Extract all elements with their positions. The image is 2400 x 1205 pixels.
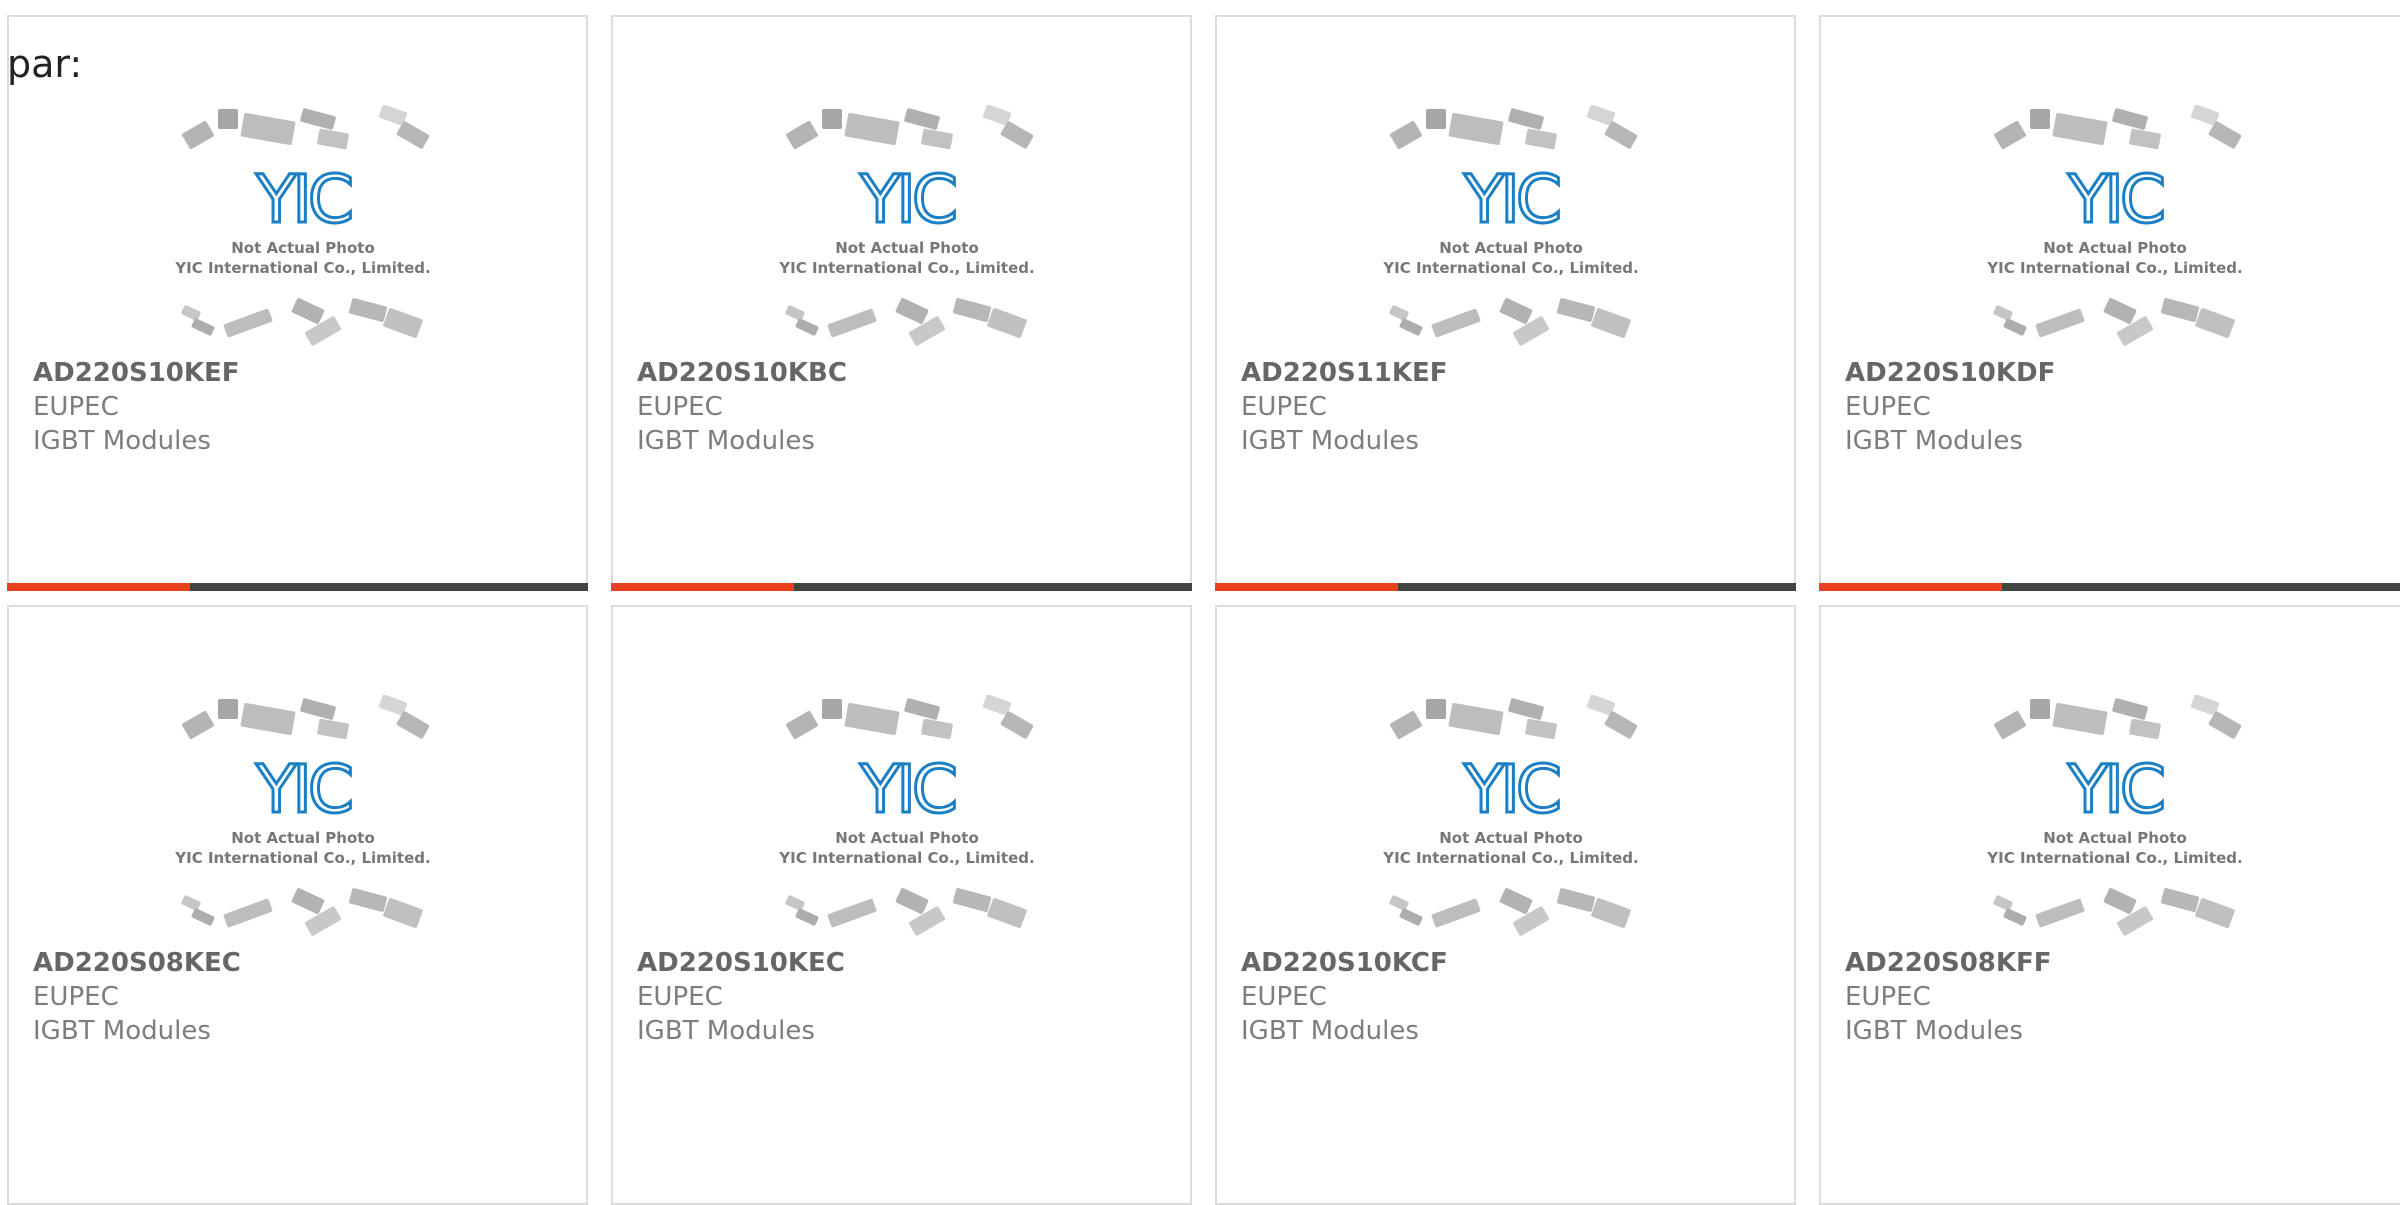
category: IGBT Modules: [1241, 426, 1419, 456]
svg-text:YIC International Co., Limited: YIC International Co., Limited.: [174, 259, 430, 277]
card-accent-bar: [1819, 583, 2002, 591]
svg-text:YIC: YIC: [1463, 161, 1559, 238]
manufacturer: EUPEC: [637, 392, 723, 422]
part-number[interactable]: AD220S10KBC: [637, 356, 847, 390]
product-image-placeholder: YIC Not Actual Photo YIC International Co.…: [1975, 105, 2255, 355]
product-image-placeholder: YIC Not Actual Photo YIC International Co.…: [1371, 695, 1651, 945]
svg-text:Not Actual Photo: Not Actual Photo: [2043, 239, 2187, 257]
part-number[interactable]: AD220S10KDF: [1845, 356, 2055, 390]
part-number[interactable]: AD220S10KEC: [637, 946, 845, 980]
svg-text:YIC: YIC: [2067, 161, 2163, 238]
card-bottom-bar: [611, 583, 1192, 591]
manufacturer: EUPEC: [1845, 392, 1931, 422]
product-image-placeholder: YIC Not Actual Photo YIC International Co.…: [163, 105, 443, 355]
part-number[interactable]: AD220S10KEF: [33, 356, 240, 390]
svg-text:YIC: YIC: [859, 161, 955, 238]
category: IGBT Modules: [1845, 1016, 2023, 1046]
svg-text:Not Actual Photo: Not Actual Photo: [1439, 239, 1583, 257]
svg-text:Not Actual Photo: Not Actual Photo: [1439, 829, 1583, 847]
product-card[interactable]: YIC Not Actual Photo YIC International Co.…: [1215, 605, 1796, 1205]
manufacturer: EUPEC: [1241, 392, 1327, 422]
manufacturer: EUPEC: [33, 982, 119, 1012]
product-image-placeholder: YIC Not Actual Photo YIC International Co.…: [163, 695, 443, 945]
part-number[interactable]: AD220S08KFF: [1845, 946, 2052, 980]
svg-text:Not Actual Photo: Not Actual Photo: [2043, 829, 2187, 847]
svg-text:Not Actual Photo: Not Actual Photo: [231, 829, 375, 847]
product-image-placeholder: YIC Not Actual Photo YIC International Co.…: [1371, 105, 1651, 355]
manufacturer: EUPEC: [33, 392, 119, 422]
category: IGBT Modules: [1845, 426, 2023, 456]
svg-text:Not Actual Photo: Not Actual Photo: [231, 239, 375, 257]
svg-text:YIC: YIC: [859, 751, 955, 828]
svg-text:YIC: YIC: [255, 751, 351, 828]
svg-text:YIC International Co., Limited: YIC International Co., Limited.: [174, 849, 430, 867]
svg-text:Not Actual Photo: Not Actual Photo: [835, 829, 979, 847]
product-card[interactable]: YIC Not Actual Photo YIC International Co.…: [1819, 15, 2400, 591]
manufacturer: EUPEC: [637, 982, 723, 1012]
svg-text:YIC: YIC: [1463, 751, 1559, 828]
card-bottom-bar: [1819, 583, 2400, 591]
svg-text:YIC: YIC: [2067, 751, 2163, 828]
part-number[interactable]: AD220S11KEF: [1241, 356, 1448, 390]
category: IGBT Modules: [637, 426, 815, 456]
product-card[interactable]: YIC Not Actual Photo YIC International Co.…: [611, 15, 1192, 591]
product-image-placeholder: YIC Not Actual Photo YIC International Co.…: [767, 695, 1047, 945]
category: IGBT Modules: [637, 1016, 815, 1046]
svg-text:YIC International Co., Limited: YIC International Co., Limited.: [778, 849, 1034, 867]
product-image-placeholder: YIC Not Actual Photo YIC International Co.…: [767, 105, 1047, 355]
category: IGBT Modules: [33, 426, 211, 456]
product-card[interactable]: YIC Not Actual Photo YIC International Co.…: [1819, 605, 2400, 1205]
product-image-placeholder: YIC Not Actual Photo YIC International Co.…: [1975, 695, 2255, 945]
manufacturer: EUPEC: [1241, 982, 1327, 1012]
svg-text:YIC: YIC: [255, 161, 351, 238]
svg-text:YIC International Co., Limited: YIC International Co., Limited.: [1382, 849, 1638, 867]
part-number[interactable]: AD220S08KEC: [33, 946, 241, 980]
card-accent-bar: [7, 583, 190, 591]
page-label: par:: [7, 42, 83, 86]
card-accent-bar: [611, 583, 794, 591]
part-number[interactable]: AD220S10KCF: [1241, 946, 1448, 980]
svg-text:YIC International Co., Limited: YIC International Co., Limited.: [1986, 849, 2242, 867]
svg-text:Not Actual Photo: Not Actual Photo: [835, 239, 979, 257]
category: IGBT Modules: [1241, 1016, 1419, 1046]
card-accent-bar: [1215, 583, 1398, 591]
product-card[interactable]: YIC Not Actual Photo YIC International Co.…: [7, 605, 588, 1205]
svg-text:YIC International Co., Limited: YIC International Co., Limited.: [1382, 259, 1638, 277]
product-card[interactable]: YIC Not Actual Photo YIC International Co.…: [611, 605, 1192, 1205]
product-grid: YIC Not Actual Photo YIC International Co.…: [0, 0, 2400, 1205]
manufacturer: EUPEC: [1845, 982, 1931, 1012]
card-bottom-bar: [7, 583, 588, 591]
svg-text:YIC International Co., Limited: YIC International Co., Limited.: [778, 259, 1034, 277]
product-card[interactable]: YIC Not Actual Photo YIC International Co.…: [1215, 15, 1796, 591]
card-bottom-bar: [1215, 583, 1796, 591]
product-card[interactable]: YIC Not Actual Photo YIC International Co.…: [7, 15, 588, 591]
category: IGBT Modules: [33, 1016, 211, 1046]
svg-text:YIC International Co., Limited: YIC International Co., Limited.: [1986, 259, 2242, 277]
